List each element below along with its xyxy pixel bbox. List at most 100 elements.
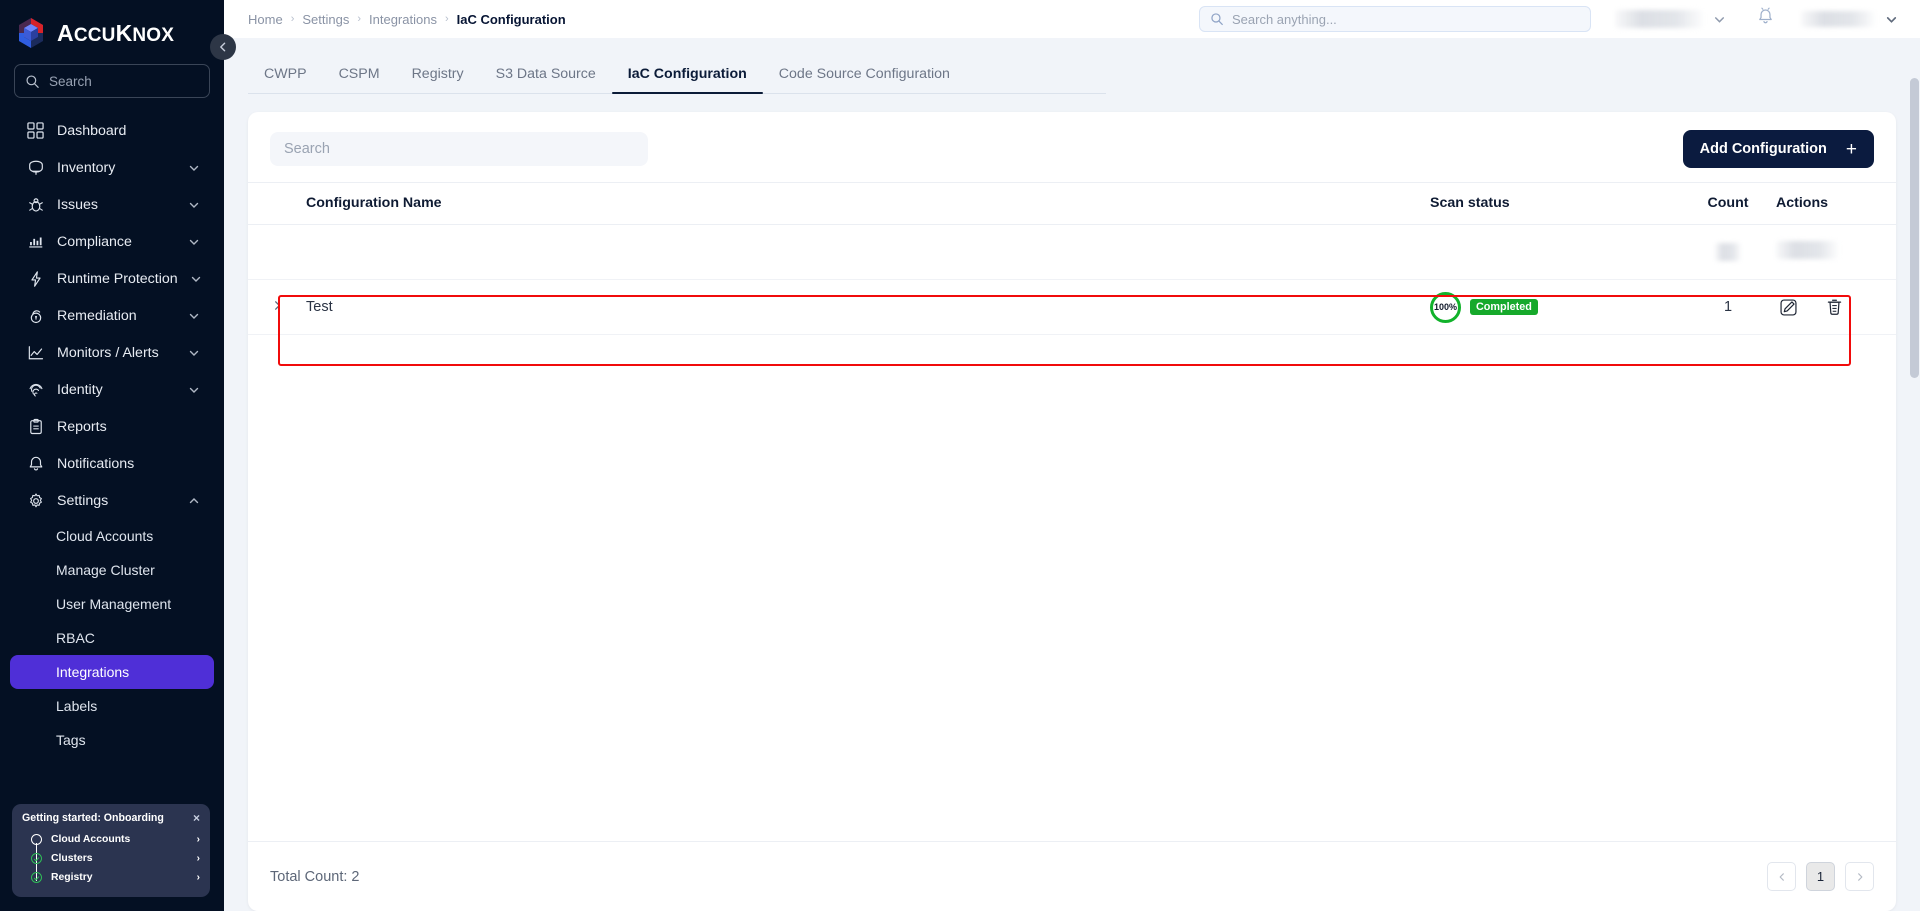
pagination-next-button[interactable] [1845, 862, 1874, 891]
iac-configuration-card: Search Add Configuration + Configuration… [248, 112, 1896, 911]
tenant-name-redacted [1615, 10, 1703, 28]
scrollbar-thumb[interactable] [1910, 78, 1919, 378]
breadcrumb-settings[interactable]: Settings [302, 12, 349, 27]
tab-registry[interactable]: Registry [396, 66, 480, 93]
row-expand-toggle[interactable] [248, 279, 306, 335]
close-icon[interactable]: × [193, 812, 200, 824]
sidebar-item-user-management[interactable]: User Management [10, 587, 214, 621]
row-expand-toggle[interactable] [248, 224, 306, 280]
global-search-placeholder: Search anything... [1232, 11, 1337, 27]
global-search-input[interactable]: Search anything... [1199, 6, 1591, 32]
sidebar-item-integrations[interactable]: Integrations [10, 655, 214, 689]
row-count [1680, 224, 1776, 280]
chevron-down-icon [189, 387, 199, 393]
chevron-left-icon [220, 42, 226, 52]
sidebar-item-runtime-protection[interactable]: Runtime Protection [10, 260, 214, 297]
sidebar-item-dashboard[interactable]: Dashboard [10, 112, 214, 149]
onboarding-step-label: Registry [51, 872, 93, 883]
chevron-right-icon: › [196, 834, 200, 845]
table-search-input[interactable]: Search [270, 132, 648, 166]
sidebar-item-rbac[interactable]: RBAC [10, 621, 214, 655]
user-menu[interactable] [1801, 11, 1898, 27]
sidebar-item-label: Runtime Protection [57, 270, 178, 287]
row-actions [1776, 224, 1896, 280]
breadcrumb: Home › Settings › Integrations › IaC Con… [248, 12, 566, 27]
tab-code-source-configuration[interactable]: Code Source Configuration [763, 66, 966, 93]
pagination: 1 [1767, 862, 1874, 891]
tab-iac-configuration[interactable]: IaC Configuration [611, 66, 763, 94]
sidebar-nav: Dashboard Inventory Issues Compliance Ru… [0, 112, 224, 757]
tenant-selector[interactable] [1615, 10, 1726, 28]
table-row[interactable] [248, 224, 1896, 280]
row-configuration-name: Test [306, 279, 1430, 335]
row-actions [1776, 279, 1896, 335]
onboarding-step-cloud-accounts[interactable]: Cloud Accounts › [22, 830, 200, 849]
bell-icon [26, 454, 45, 473]
col-scan-status: Scan status [1430, 182, 1680, 225]
sidebar-item-identity[interactable]: Identity [10, 371, 214, 408]
sidebar-item-monitors-alerts[interactable]: Monitors / Alerts [10, 334, 214, 371]
dashboard-icon [26, 121, 45, 140]
status-badge: Completed [1470, 298, 1538, 316]
chevron-down-icon [189, 313, 199, 319]
add-configuration-button[interactable]: Add Configuration + [1682, 130, 1874, 168]
sidebar-item-label: Dashboard [57, 122, 127, 139]
table-row[interactable]: Test 100% Completed 1 [248, 279, 1896, 335]
col-count: Count [1680, 182, 1776, 225]
breadcrumb-separator: › [444, 13, 449, 25]
sidebar-item-compliance[interactable]: Compliance [10, 223, 214, 260]
sidebar-item-inventory[interactable]: Inventory [10, 149, 214, 186]
sidebar-collapse-button[interactable] [210, 34, 236, 60]
gear-icon [26, 491, 45, 510]
sidebar-item-reports[interactable]: Reports [10, 408, 214, 445]
sidebar-item-remediation[interactable]: Remediation [10, 297, 214, 334]
brand-logo[interactable]: ACCUKNOX [0, 0, 224, 58]
search-icon [1211, 13, 1223, 26]
breadcrumb-home[interactable]: Home [248, 12, 283, 27]
table-head: Configuration Name Scan status Count Act… [248, 182, 1896, 225]
tab-cspm[interactable]: CSPM [323, 66, 396, 93]
scrollbar-track[interactable] [1909, 38, 1920, 911]
sidebar-item-labels[interactable]: Labels [10, 689, 214, 723]
sidebar-item-label: Settings [57, 492, 109, 509]
sidebar-sub-label: User Management [56, 596, 172, 612]
app-root: ACCUKNOX Search Dashboard Inventory Issu… [0, 0, 1920, 911]
pagination-page-1[interactable]: 1 [1806, 862, 1835, 891]
topbar-right-controls [1615, 7, 1898, 31]
col-actions: Actions [1776, 182, 1896, 225]
table-toolbar: Search Add Configuration + [248, 112, 1896, 182]
bolt-icon [26, 269, 45, 288]
onboarding-step-clusters[interactable]: Clusters › [22, 849, 200, 868]
pagination-prev-button[interactable] [1767, 862, 1796, 891]
sidebar-sub-label: Integrations [56, 664, 130, 680]
chart-line-icon [26, 343, 45, 362]
sidebar-item-notifications[interactable]: Notifications [10, 445, 214, 482]
integration-tabs: CWPP CSPM Registry S3 Data Source IaC Co… [248, 52, 1106, 94]
onboarding-step-registry[interactable]: Registry › [22, 868, 200, 887]
trash-icon[interactable] [1825, 297, 1844, 317]
sidebar-item-label: Identity [57, 381, 103, 398]
edit-pencil-icon[interactable] [1778, 297, 1799, 318]
breadcrumb-integrations[interactable]: Integrations [369, 12, 437, 27]
sidebar-item-settings[interactable]: Settings [10, 482, 214, 519]
report-icon [26, 417, 45, 436]
tab-label: CWPP [264, 66, 307, 82]
sidebar-item-manage-cluster[interactable]: Manage Cluster [10, 553, 214, 587]
sidebar-item-cloud-accounts[interactable]: Cloud Accounts [10, 519, 214, 553]
user-name-redacted [1801, 11, 1875, 27]
row-count: 1 [1680, 279, 1776, 335]
tab-s3-data-source[interactable]: S3 Data Source [480, 66, 612, 93]
sidebar-item-tags[interactable]: Tags [10, 723, 214, 757]
onboarding-step-label: Cloud Accounts [51, 834, 131, 845]
chevron-up-icon [189, 497, 199, 503]
plus-icon: + [1845, 138, 1857, 160]
notification-bell-icon[interactable] [1756, 7, 1775, 31]
sidebar-item-label: Inventory [57, 159, 116, 176]
chevron-down-icon [189, 202, 199, 208]
configurations-table: Configuration Name Scan status Count Act… [248, 182, 1896, 335]
sidebar-search-input[interactable]: Search [14, 64, 210, 98]
chevron-down-icon [1714, 16, 1725, 23]
tab-cwpp[interactable]: CWPP [248, 66, 323, 93]
sidebar-item-issues[interactable]: Issues [10, 186, 214, 223]
tab-label: Code Source Configuration [778, 66, 950, 82]
